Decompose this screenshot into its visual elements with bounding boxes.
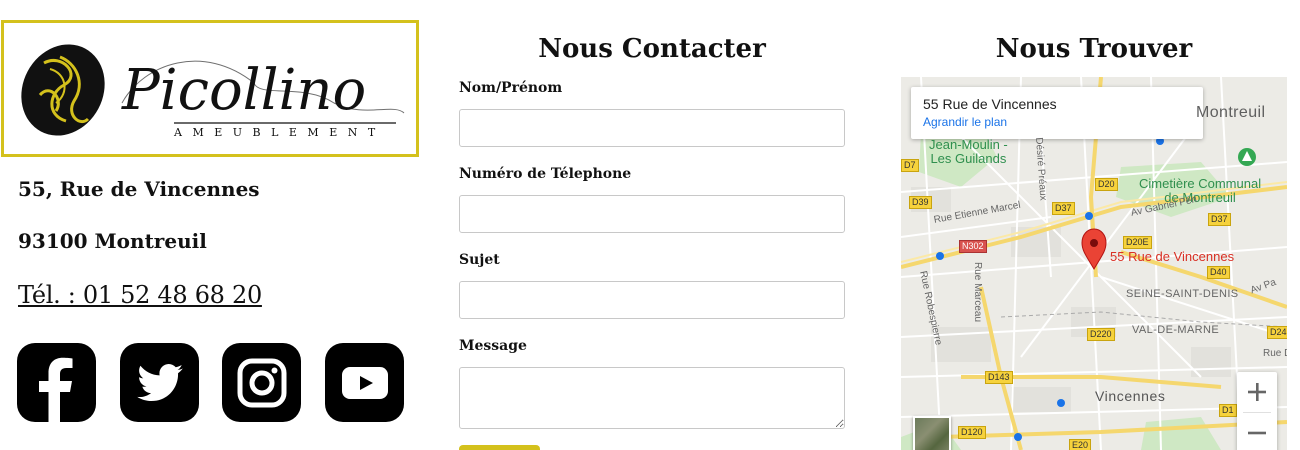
minus-icon	[1248, 431, 1266, 435]
zoom-in-button[interactable]	[1237, 372, 1277, 412]
road-shield-e20: E20	[1069, 439, 1092, 450]
map-label-rue-dide: Rue Dide	[1263, 348, 1287, 359]
submit-button[interactable]	[459, 445, 540, 450]
phone-input[interactable]	[459, 195, 845, 233]
map-marker-label: 55 Rue de Vincennes	[1110, 249, 1235, 264]
map[interactable]: 55 Rue de Vincennes Agrandir le plan Mon…	[901, 77, 1287, 450]
map-label-jean-moulin-line2: Les Guilands	[930, 151, 1007, 166]
road-shield-d24: D24	[1267, 326, 1287, 339]
name-label: Nom/Prénom	[459, 80, 563, 96]
map-label-montreuil: Montreuil	[1196, 104, 1266, 121]
road-shield-n302: N302	[959, 240, 987, 253]
youtube-icon	[341, 366, 388, 399]
address-street: 55, Rue de Vincennes	[18, 177, 260, 201]
road-shield-d37: D37	[1208, 213, 1231, 226]
facebook-button[interactable]	[17, 343, 96, 422]
map-label-cemetery: Cimetière Communal de Montreuil	[1139, 177, 1261, 205]
road-shield-d20e: D20E	[1123, 236, 1152, 249]
road-shield-d1: D1	[1219, 404, 1237, 417]
twitter-button[interactable]	[120, 343, 199, 422]
logo-tagline: AMEUBLEMENT	[173, 126, 386, 139]
instagram-button[interactable]	[222, 343, 301, 422]
map-label-seine-saint-denis: SEINE-SAINT-DENIS	[1126, 288, 1239, 300]
map-label-jean-moulin-line1: Jean-Moulin -	[929, 137, 1008, 152]
find-title: Nous Trouver	[995, 34, 1193, 64]
road-shield-d40: D40	[1207, 266, 1230, 279]
map-label-rue-marceau: Rue Marceau	[972, 262, 983, 323]
map-label-val-de-marne: VAL-DE-MARNE	[1132, 324, 1220, 336]
contact-title: Nous Contacter	[538, 34, 766, 64]
youtube-button[interactable]	[325, 343, 404, 422]
message-label: Message	[459, 338, 527, 354]
logo-brand: Picollino	[121, 58, 366, 123]
satellite-view-toggle[interactable]	[913, 416, 951, 450]
map-enlarge-link[interactable]: Agrandir le plan	[923, 115, 1191, 129]
zoom-out-button[interactable]	[1237, 413, 1277, 450]
map-zoom-control	[1237, 372, 1277, 450]
road-shield-d7: D7	[901, 159, 919, 172]
map-label-jean-moulin: Jean-Moulin - Les Guilands	[929, 138, 1008, 166]
name-input[interactable]	[459, 109, 845, 147]
logo-graphic: Picollino AMEUBLEMENT	[21, 44, 405, 139]
phone-label: Numéro de Télephone	[459, 166, 632, 182]
logo[interactable]: Picollino AMEUBLEMENT	[1, 20, 419, 157]
instagram-icon	[237, 358, 286, 407]
address-city: 93100 Montreuil	[18, 229, 207, 253]
map-card-title: 55 Rue de Vincennes	[923, 96, 1057, 112]
phone-link[interactable]: Tél. : 01 52 48 68 20	[18, 281, 262, 309]
road-shield-d20: D20	[1095, 178, 1118, 191]
map-label-vincennes: Vincennes	[1095, 388, 1166, 404]
subject-input[interactable]	[459, 281, 845, 319]
subject-label: Sujet	[459, 252, 500, 268]
road-shield-d220: D220	[1087, 328, 1115, 341]
road-shield-d143: D143	[985, 371, 1013, 384]
facebook-icon	[39, 357, 73, 422]
map-info-card: 55 Rue de Vincennes Agrandir le plan	[911, 87, 1203, 139]
map-label-cemetery-line1: Cimetière Communal	[1139, 176, 1262, 191]
road-shield-d39: D39	[909, 196, 932, 209]
twitter-icon	[136, 363, 183, 401]
road-shield-d120: D120	[958, 426, 986, 439]
plus-icon	[1248, 383, 1266, 401]
road-shield-d37: D37	[1052, 202, 1075, 215]
message-textarea[interactable]	[459, 367, 845, 429]
